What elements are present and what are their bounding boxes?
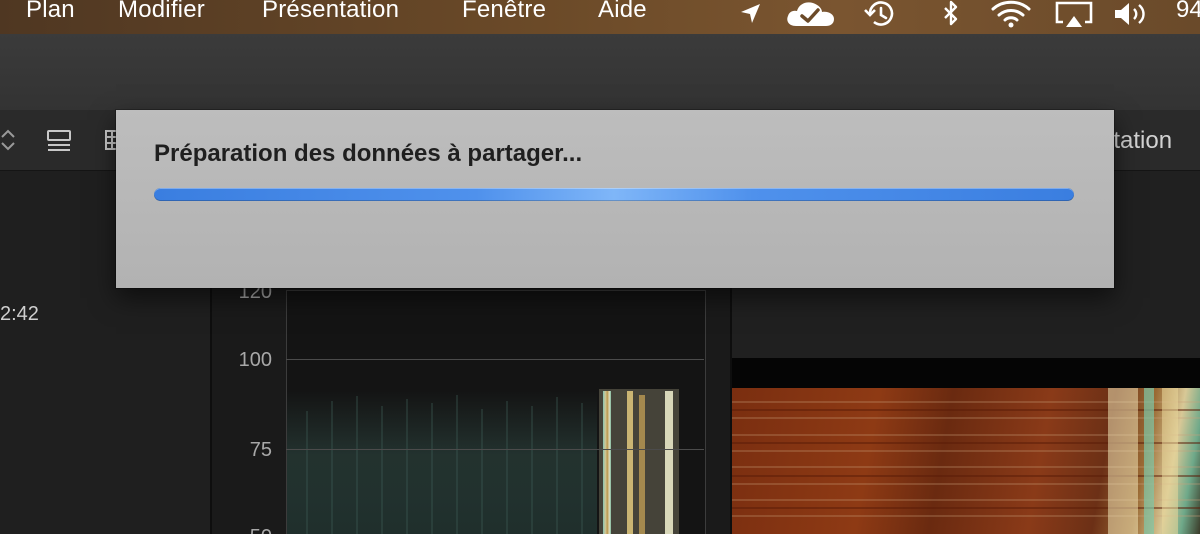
progress-bar-fill [154,188,1074,201]
menu-modifier[interactable]: Modifier [118,0,205,24]
battery-percent[interactable]: 94 [1176,0,1200,24]
menu-aide[interactable]: Aide [598,0,647,24]
scope-label-50: 50 [212,526,272,534]
volume-icon[interactable] [1112,0,1152,28]
gridline-100 [286,359,704,360]
gridline-75 [286,449,704,450]
screen: Plan Modifier Présentation Fenêtre Aide … [0,0,1200,534]
wifi-icon[interactable] [990,0,1032,28]
icloud-sync-icon[interactable] [784,0,838,28]
sheet-title: Préparation des données à partager... [154,140,583,167]
stepper-icon[interactable] [0,126,16,159]
scope-label-100: 100 [238,349,272,371]
waveform-graph [286,290,706,534]
window-title-bar [0,34,1200,111]
location-arrow-icon[interactable] [738,0,764,28]
bluetooth-icon[interactable] [940,0,962,28]
menu-fenetre[interactable]: Fenêtre [462,0,546,24]
list-view-icon[interactable] [46,128,74,159]
clip-duration: 2:42 [0,303,39,325]
progress-bar [154,188,1074,201]
airplay-icon[interactable] [1054,0,1094,28]
menu-bar: Plan Modifier Présentation Fenêtre Aide … [0,0,1200,34]
menu-presentation[interactable]: Présentation [262,0,399,24]
share-progress-sheet: Préparation des données à partager... [116,110,1114,288]
menu-plan[interactable]: Plan [26,0,75,24]
time-machine-icon[interactable] [860,0,900,28]
video-frame [732,388,1200,534]
scope-label-75: 75 [249,439,272,461]
